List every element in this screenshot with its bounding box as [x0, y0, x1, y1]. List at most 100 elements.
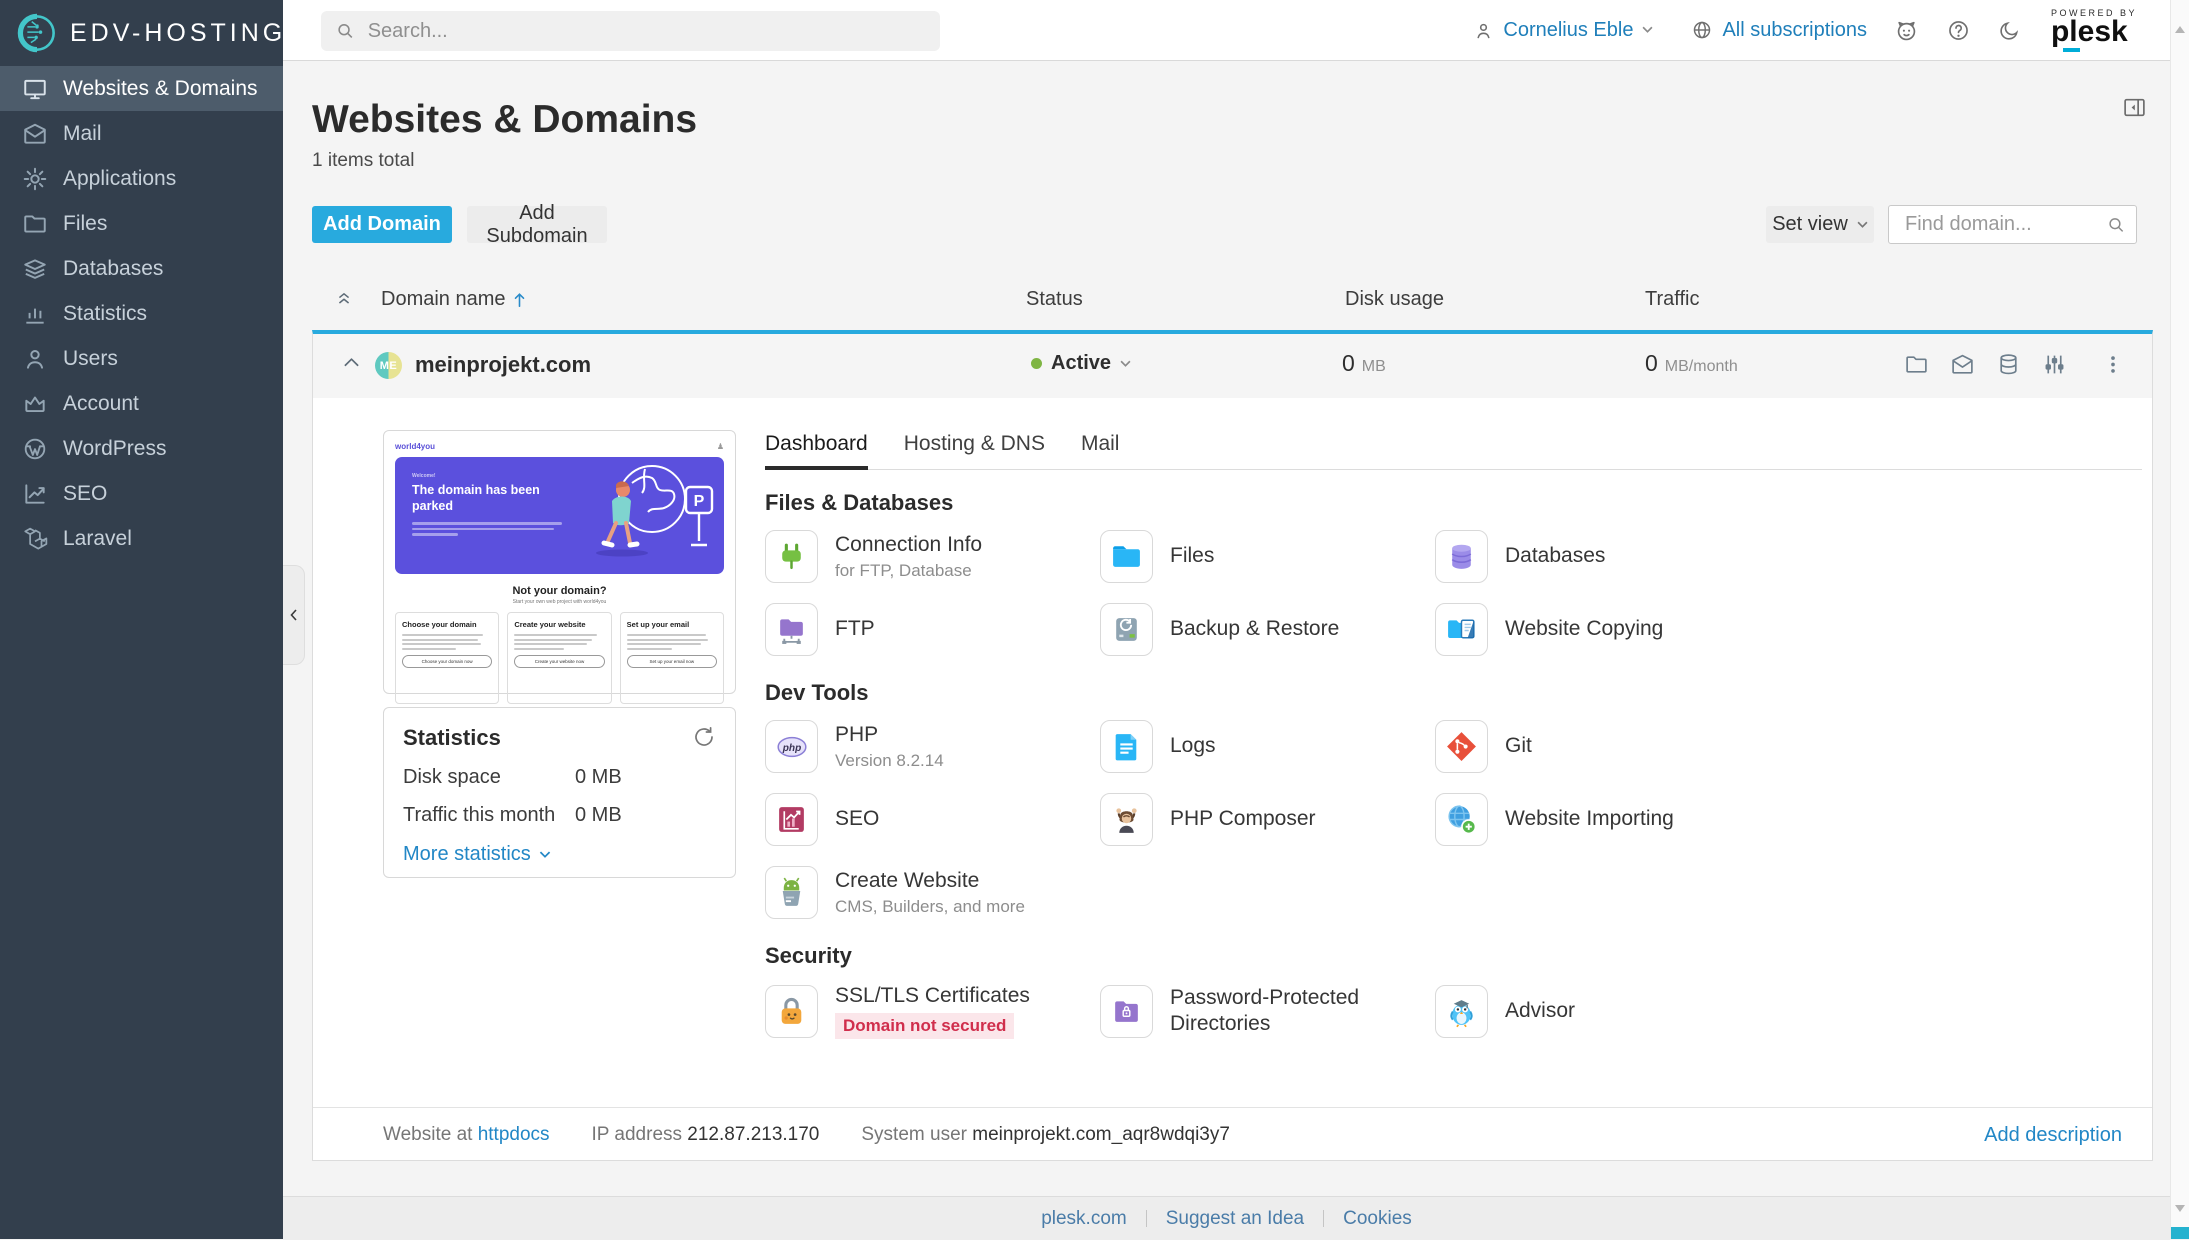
- add-domain-button[interactable]: Add Domain: [312, 206, 452, 243]
- kebab-menu-icon[interactable]: [2102, 352, 2124, 377]
- preview-card-email: Set up your email Set up your email now: [619, 612, 724, 704]
- topbar: Cornelius Eble All subscriptions POWERED…: [283, 0, 2170, 61]
- section-title-files-databases: Files & Databases: [765, 490, 954, 515]
- all-subscriptions-link[interactable]: All subscriptions: [1691, 19, 1867, 42]
- files-action-icon[interactable]: [1904, 352, 1929, 377]
- dev-tools-grid: php PHP Version 8.2.14 Logs Git SEO PHP …: [765, 720, 2142, 919]
- sidebar-item-account[interactable]: Account: [0, 381, 283, 426]
- settings-sliders-icon[interactable]: [2042, 352, 2067, 377]
- tab-dashboard[interactable]: Dashboard: [765, 432, 868, 470]
- create-website-icon: [765, 866, 818, 919]
- user-name: Cornelius Eble: [1503, 18, 1634, 41]
- svg-text:P: P: [694, 493, 705, 510]
- feature-logs[interactable]: Logs: [1100, 720, 1435, 773]
- sidebar-item-users[interactable]: Users: [0, 336, 283, 381]
- feature-advisor[interactable]: Advisor: [1435, 983, 1770, 1039]
- feature-ssl-certificates[interactable]: SSL/TLS Certificates Domain not secured: [765, 983, 1100, 1040]
- more-statistics-link[interactable]: More statistics: [403, 843, 716, 866]
- column-header-disk-usage[interactable]: Disk usage: [1345, 288, 1444, 311]
- all-subscriptions-label: All subscriptions: [1722, 18, 1867, 41]
- crown-icon: [22, 391, 48, 417]
- sidebar-item-label: Laravel: [63, 526, 132, 550]
- feature-git[interactable]: Git: [1435, 720, 1770, 773]
- add-description-link[interactable]: Add description: [1984, 1124, 2122, 1147]
- column-header-domain[interactable]: Domain name: [381, 288, 526, 311]
- feature-password-protected[interactable]: Password-Protected Directories: [1100, 983, 1435, 1039]
- footer-link-suggest-idea[interactable]: Suggest an Idea: [1166, 1208, 1304, 1230]
- httpdocs-link[interactable]: httpdocs: [478, 1124, 550, 1145]
- domain-avatar: ME: [375, 352, 402, 379]
- feature-backup-restore[interactable]: Backup & Restore: [1100, 603, 1435, 656]
- find-domain-box[interactable]: [1888, 205, 2137, 244]
- search-icon: [2108, 217, 2123, 232]
- collapse-all-icon[interactable]: [334, 288, 354, 308]
- sidebar-item-statistics[interactable]: Statistics: [0, 291, 283, 336]
- add-subdomain-button[interactable]: Add Subdomain: [467, 202, 607, 247]
- footer-link-plesk[interactable]: plesk.com: [1041, 1208, 1127, 1230]
- feature-databases[interactable]: Databases: [1435, 530, 1770, 583]
- mascot-icon[interactable]: [1894, 18, 1919, 43]
- column-header-traffic[interactable]: Traffic: [1645, 288, 1699, 311]
- feature-ftp[interactable]: FTP: [765, 603, 1100, 656]
- chevron-down-icon: [1120, 360, 1131, 367]
- sidebar-item-mail[interactable]: Mail: [0, 111, 283, 156]
- scrollbar[interactable]: [2170, 0, 2189, 1239]
- scroll-down-arrow-icon[interactable]: [2175, 1205, 2185, 1212]
- mail-action-icon[interactable]: [1950, 352, 1975, 377]
- domain-name[interactable]: meinprojekt.com: [415, 352, 591, 378]
- gear-icon: [22, 166, 48, 192]
- preview-headline: The domain has been parked: [412, 483, 540, 513]
- card-footer-divider: [313, 1107, 2152, 1108]
- sidebar-item-wordpress[interactable]: WordPress: [0, 426, 283, 471]
- feature-seo[interactable]: SEO: [765, 793, 1100, 846]
- global-search[interactable]: [321, 11, 940, 51]
- sidebar-collapse-handle[interactable]: [283, 565, 305, 665]
- layers-icon: [22, 256, 48, 282]
- sidebar: EDV-HOSTING Websites & Domains Mail Appl…: [0, 0, 283, 1239]
- refresh-icon[interactable]: [692, 725, 716, 749]
- feature-create-website[interactable]: Create Website CMS, Builders, and more: [765, 866, 1100, 919]
- column-header-status[interactable]: Status: [1026, 288, 1083, 311]
- domain-dashboard: Dashboard Hosting & DNS Mail Files & Dat…: [765, 432, 2142, 1040]
- set-view-button[interactable]: Set view: [1766, 206, 1874, 243]
- preview-cards: Choose your domain Choose your domain no…: [395, 612, 724, 704]
- footer-link-cookies[interactable]: Cookies: [1343, 1208, 1412, 1230]
- feature-php[interactable]: php PHP Version 8.2.14: [765, 720, 1100, 773]
- feature-website-importing[interactable]: Website Importing: [1435, 793, 1770, 846]
- footer-separator: [1323, 1210, 1325, 1227]
- feature-files[interactable]: Files: [1100, 530, 1435, 583]
- site-preview[interactable]: world4you ♟ Welcome! The domain has been…: [383, 430, 736, 704]
- sidebar-item-databases[interactable]: Databases: [0, 246, 283, 291]
- status-dropdown[interactable]: Active: [1031, 352, 1131, 375]
- chevron-down-icon: [539, 851, 550, 858]
- scroll-up-arrow-icon[interactable]: [2175, 26, 2185, 33]
- app-logo[interactable]: EDV-HOSTING: [0, 0, 283, 66]
- search-input[interactable]: [365, 18, 926, 44]
- logs-icon: [1100, 720, 1153, 773]
- tab-mail[interactable]: Mail: [1081, 432, 1120, 469]
- brand-icon: [16, 12, 58, 54]
- feature-php-composer[interactable]: PHP Composer: [1100, 793, 1435, 846]
- sidebar-item-seo[interactable]: SEO: [0, 471, 283, 516]
- database-action-icon[interactable]: [1996, 352, 2021, 377]
- sidebar-item-files[interactable]: Files: [0, 201, 283, 246]
- statistics-card: Statistics Disk space 0 MB Traffic this m…: [383, 707, 736, 878]
- sidebar-item-label: Statistics: [63, 301, 148, 325]
- svg-text:php: php: [781, 742, 800, 753]
- sidebar-item-websites-domains[interactable]: Websites & Domains: [0, 66, 283, 111]
- feature-connection-info[interactable]: Connection Info for FTP, Database: [765, 530, 1100, 583]
- find-domain-input[interactable]: [1903, 212, 2098, 237]
- help-icon[interactable]: [1946, 18, 1971, 43]
- row-actions: [1904, 352, 2124, 377]
- dark-mode-icon[interactable]: [1998, 19, 2021, 42]
- bar-chart-icon: [22, 301, 48, 327]
- panel-toggle-icon[interactable]: [2122, 95, 2147, 120]
- feature-website-copying[interactable]: Website Copying: [1435, 603, 1770, 656]
- tab-hosting-dns[interactable]: Hosting & DNS: [904, 432, 1045, 469]
- powered-by-plesk-logo[interactable]: POWERED BY plesk: [2051, 8, 2137, 52]
- sidebar-item-laravel[interactable]: Laravel: [0, 516, 283, 561]
- sidebar-item-label: Databases: [63, 256, 164, 280]
- row-collapse-icon[interactable]: [343, 356, 360, 368]
- sidebar-item-applications[interactable]: Applications: [0, 156, 283, 201]
- user-menu[interactable]: Cornelius Eble: [1473, 19, 1653, 42]
